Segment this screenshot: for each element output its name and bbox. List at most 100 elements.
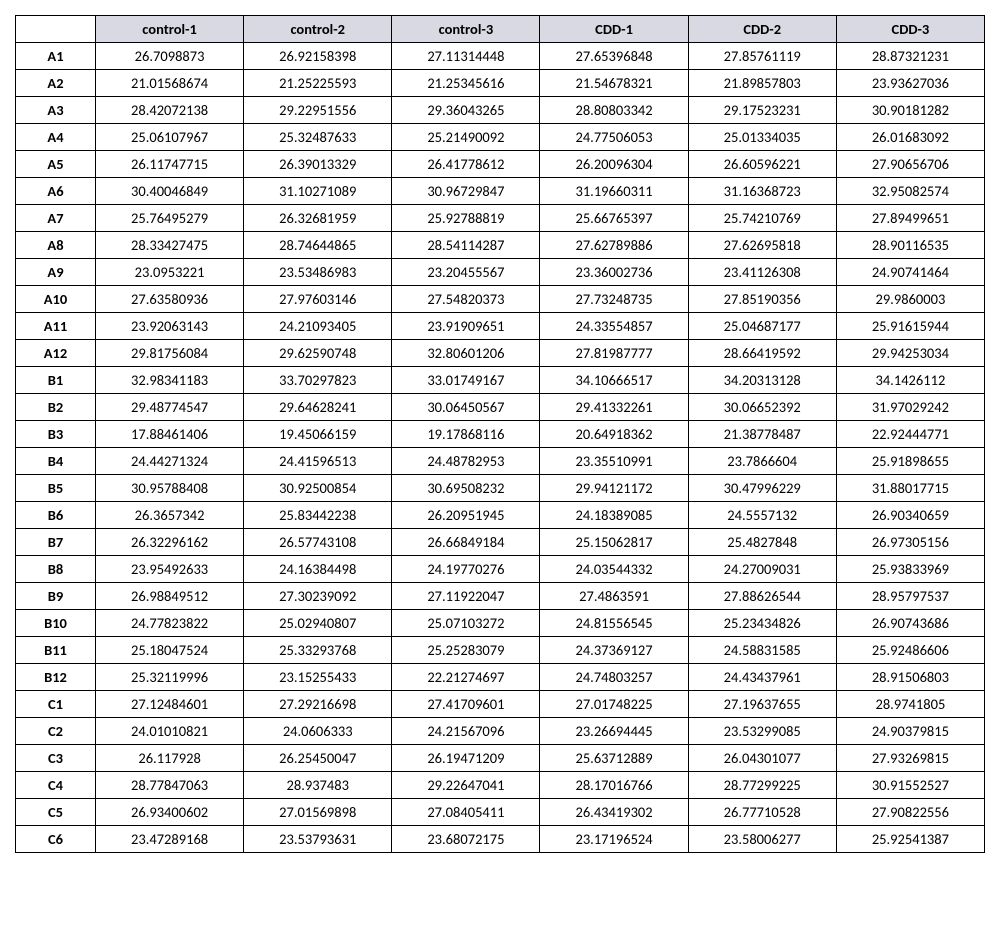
value-cell: 24.03544332 [540, 556, 688, 583]
table-row: B317.8846140619.4506615919.1786811620.64… [16, 421, 985, 448]
value-cell: 29.41332261 [540, 394, 688, 421]
value-cell: 27.90656706 [836, 151, 984, 178]
value-cell: 27.12484601 [96, 691, 244, 718]
value-cell: 30.91552527 [836, 772, 984, 799]
value-cell: 26.60596221 [688, 151, 836, 178]
value-cell: 25.63712889 [540, 745, 688, 772]
value-cell: 27.01748225 [540, 691, 688, 718]
value-cell: 24.27009031 [688, 556, 836, 583]
value-cell: 25.18047524 [96, 637, 244, 664]
value-cell: 26.3657342 [96, 502, 244, 529]
value-cell: 29.22647041 [392, 772, 540, 799]
value-cell: 29.36043265 [392, 97, 540, 124]
value-cell: 23.93627036 [836, 70, 984, 97]
value-cell: 23.17196524 [540, 826, 688, 853]
table-row: C623.4728916823.5379363123.6807217523.17… [16, 826, 985, 853]
value-cell: 28.9741805 [836, 691, 984, 718]
value-cell: 27.54820373 [392, 286, 540, 313]
value-cell: 24.37369127 [540, 637, 688, 664]
value-cell: 24.48782953 [392, 448, 540, 475]
value-cell: 34.10666517 [540, 367, 688, 394]
value-cell: 29.81756084 [96, 340, 244, 367]
value-cell: 25.02940807 [244, 610, 392, 637]
value-cell: 26.25450047 [244, 745, 392, 772]
value-cell: 24.5557132 [688, 502, 836, 529]
row-label: C6 [16, 826, 96, 853]
table-row: C526.9340060227.0156989827.0840541126.43… [16, 799, 985, 826]
value-cell: 21.25345616 [392, 70, 540, 97]
value-cell: 30.95788408 [96, 475, 244, 502]
value-cell: 24.81556545 [540, 610, 688, 637]
value-cell: 34.20313128 [688, 367, 836, 394]
value-cell: 24.90741464 [836, 259, 984, 286]
value-cell: 24.33554857 [540, 313, 688, 340]
value-cell: 23.15255433 [244, 664, 392, 691]
value-cell: 28.91506803 [836, 664, 984, 691]
value-cell: 26.98849512 [96, 583, 244, 610]
value-cell: 25.01334035 [688, 124, 836, 151]
value-cell: 25.91615944 [836, 313, 984, 340]
value-cell: 23.47289168 [96, 826, 244, 853]
value-cell: 25.83442238 [244, 502, 392, 529]
value-cell: 19.17868116 [392, 421, 540, 448]
table-row: B823.9549263324.1638449824.1977027624.03… [16, 556, 985, 583]
value-cell: 26.97305156 [836, 529, 984, 556]
value-cell: 28.77847063 [96, 772, 244, 799]
value-cell: 25.25283079 [392, 637, 540, 664]
value-cell: 25.32119996 [96, 664, 244, 691]
row-label: B9 [16, 583, 96, 610]
value-cell: 23.58006277 [688, 826, 836, 853]
value-cell: 27.4863591 [540, 583, 688, 610]
value-cell: 27.63580936 [96, 286, 244, 313]
value-cell: 23.92063143 [96, 313, 244, 340]
value-cell: 29.94253034 [836, 340, 984, 367]
table-row: A526.1174771526.3901332926.4177861226.20… [16, 151, 985, 178]
value-cell: 25.76495279 [96, 205, 244, 232]
value-cell: 22.92444771 [836, 421, 984, 448]
value-cell: 30.40046849 [96, 178, 244, 205]
row-label: C2 [16, 718, 96, 745]
value-cell: 27.11922047 [392, 583, 540, 610]
value-cell: 31.16368723 [688, 178, 836, 205]
value-cell: 26.77710528 [688, 799, 836, 826]
value-cell: 25.4827848 [688, 529, 836, 556]
value-cell: 28.90116535 [836, 232, 984, 259]
table-row: B1024.7782382225.0294080725.0710327224.8… [16, 610, 985, 637]
value-cell: 23.7866604 [688, 448, 836, 475]
value-cell: 29.62590748 [244, 340, 392, 367]
value-cell: 26.20951945 [392, 502, 540, 529]
column-header: CDD-1 [540, 16, 688, 43]
value-cell: 31.97029242 [836, 394, 984, 421]
table-row: A328.4207213829.2295155629.3604326528.80… [16, 97, 985, 124]
row-label: A5 [16, 151, 96, 178]
value-cell: 25.33293768 [244, 637, 392, 664]
value-cell: 27.81987777 [540, 340, 688, 367]
value-cell: 25.21490092 [392, 124, 540, 151]
value-cell: 25.07103272 [392, 610, 540, 637]
value-cell: 29.17523231 [688, 97, 836, 124]
value-cell: 23.0953221 [96, 259, 244, 286]
value-cell: 21.01568674 [96, 70, 244, 97]
value-cell: 27.01569898 [244, 799, 392, 826]
value-cell: 24.77506053 [540, 124, 688, 151]
value-cell: 33.01749167 [392, 367, 540, 394]
value-cell: 24.01010821 [96, 718, 244, 745]
table-row: A828.3342747528.7464486528.5411428727.62… [16, 232, 985, 259]
value-cell: 26.90340659 [836, 502, 984, 529]
row-label: B6 [16, 502, 96, 529]
value-cell: 30.06652392 [688, 394, 836, 421]
value-cell: 23.53793631 [244, 826, 392, 853]
value-cell: 24.77823822 [96, 610, 244, 637]
value-cell: 26.04301077 [688, 745, 836, 772]
value-cell: 27.65396848 [540, 43, 688, 70]
value-cell: 25.06107967 [96, 124, 244, 151]
value-cell: 26.93400602 [96, 799, 244, 826]
value-cell: 28.74644865 [244, 232, 392, 259]
value-cell: 27.62789886 [540, 232, 688, 259]
value-cell: 28.80803342 [540, 97, 688, 124]
value-cell: 25.23434826 [688, 610, 836, 637]
table-row: A725.7649527926.3268195925.9278881925.66… [16, 205, 985, 232]
row-label: A1 [16, 43, 96, 70]
table-row: A923.095322123.5348698323.2045556723.360… [16, 259, 985, 286]
row-label: B1 [16, 367, 96, 394]
